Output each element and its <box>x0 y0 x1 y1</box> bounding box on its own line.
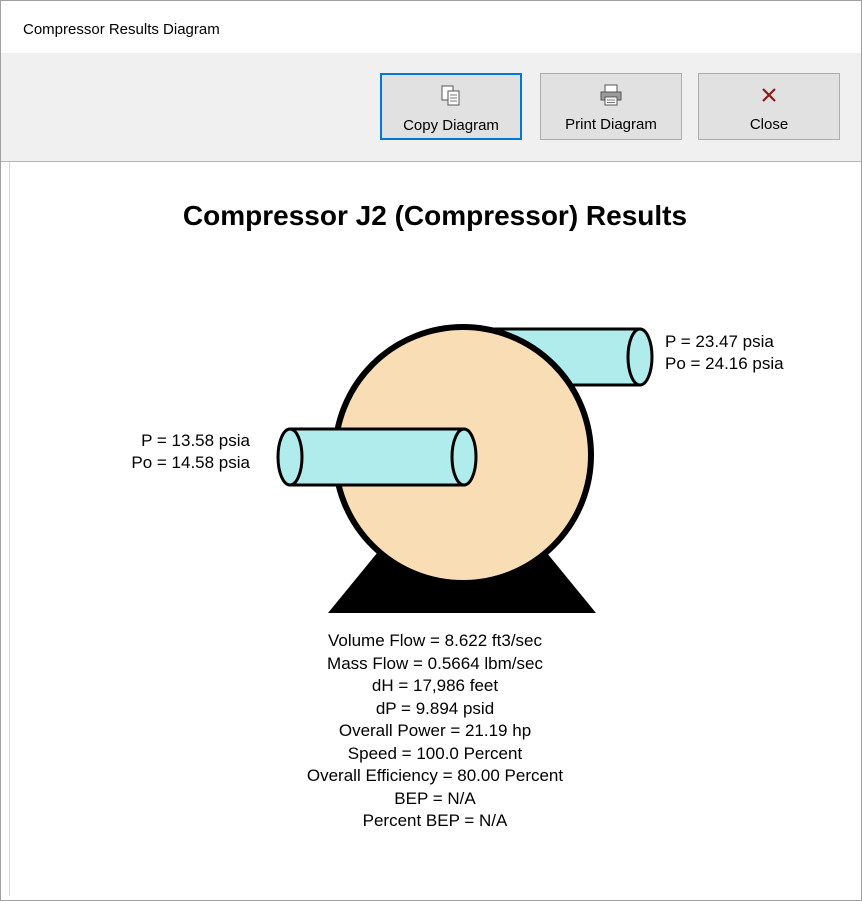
diagram-canvas: Compressor J2 (Compressor) Results P = 1… <box>9 162 860 896</box>
print-diagram-button[interactable]: Print Diagram <box>540 73 682 140</box>
pressure-rise: dP = 9.894 psid <box>375 698 495 718</box>
inlet-pipe <box>288 427 466 487</box>
copy-icon <box>440 83 462 109</box>
window-title: Compressor Results Diagram <box>23 21 220 38</box>
volume-flow: Volume Flow = 8.622 ft3/sec <box>327 631 543 650</box>
bep: BEP = N/A <box>394 788 476 808</box>
overall-efficiency: Overall Efficiency = 80.00 Percent <box>306 766 564 785</box>
close-label: Close <box>749 116 789 133</box>
printer-icon <box>599 82 623 108</box>
inlet-pressure-labels: P = 13.58 psia Po = 14.58 psia <box>108 430 250 474</box>
results-window: Compressor Results Diagram Copy Diagram <box>0 0 862 901</box>
copy-diagram-button[interactable]: Copy Diagram <box>380 73 522 140</box>
outlet-static-pressure: P = 23.47 psia <box>665 332 774 351</box>
inlet-pipe-mouth <box>276 427 304 487</box>
inlet-stagnation-pressure: Po = 14.58 psia <box>131 453 250 472</box>
inlet-pipe-end <box>450 427 478 487</box>
print-diagram-label: Print Diagram <box>565 116 657 133</box>
head-rise: dH = 17,986 feet <box>371 676 499 695</box>
outlet-stagnation-pressure: Po = 24.16 psia <box>665 354 784 373</box>
outlet-pipe-end <box>626 327 654 387</box>
mass-flow: Mass Flow = 0.5664 lbm/sec <box>327 653 543 673</box>
results-list: Volume Flow = 8.622 ft3/sec Mass Flow = … <box>10 630 860 833</box>
copy-diagram-label: Copy Diagram <box>403 117 499 134</box>
title-bar: Compressor Results Diagram <box>1 1 861 53</box>
toolbar: Copy Diagram Print Diagram Close <box>1 53 861 162</box>
inlet-static-pressure: P = 13.58 psia <box>141 431 250 450</box>
speed: Speed = 100.0 Percent <box>347 743 523 763</box>
overall-power: Overall Power = 21.19 hp <box>338 721 532 740</box>
close-icon <box>760 82 778 108</box>
outlet-pressure-labels: P = 23.47 psia Po = 24.16 psia <box>665 331 784 375</box>
percent-bep: Percent BEP = N/A <box>362 811 508 830</box>
close-button[interactable]: Close <box>698 73 840 140</box>
